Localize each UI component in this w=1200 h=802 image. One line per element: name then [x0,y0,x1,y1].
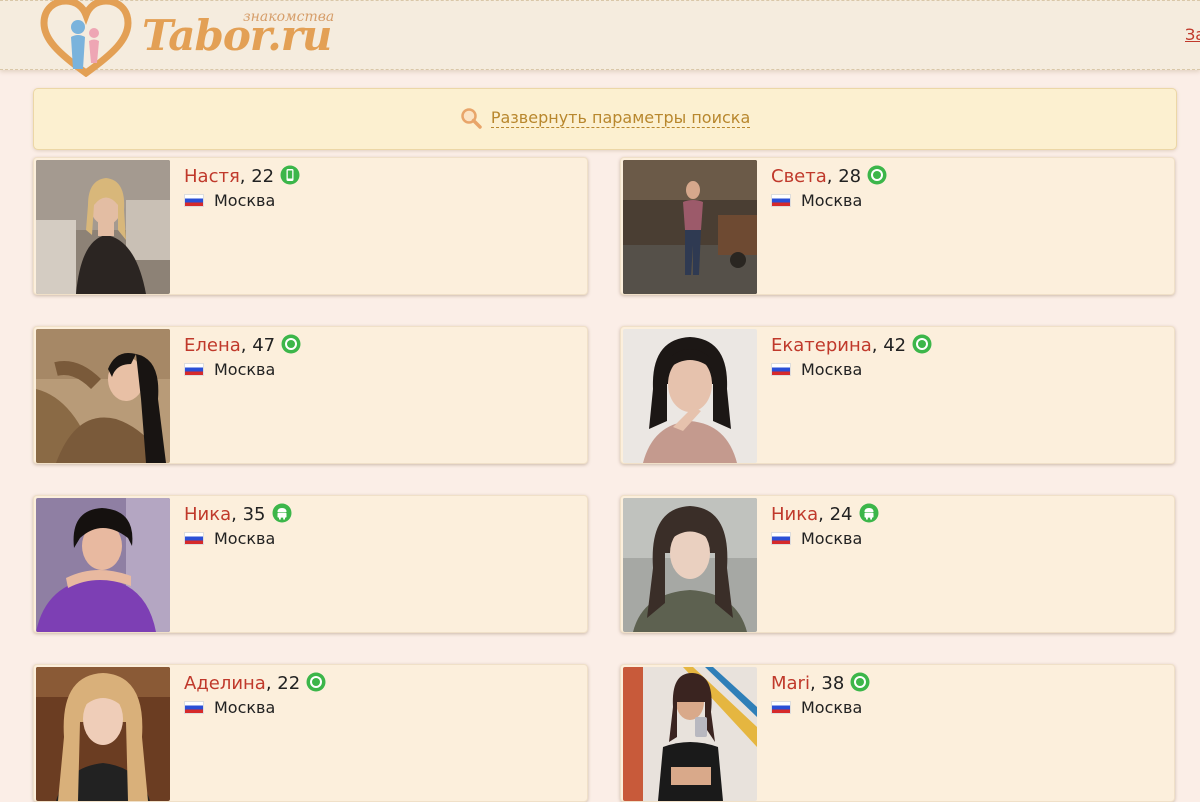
profile-age: , 42 [871,335,907,356]
profile-card[interactable]: Настя, 22 Москва [33,157,588,295]
android-online-icon [272,503,291,523]
profile-photo[interactable] [623,329,757,463]
profile-card[interactable]: Света, 28 Москва [620,157,1175,295]
profile-age: , 38 [809,673,845,694]
site-header: знакомства Tabor.ru За [0,0,1200,77]
profile-age: , 22 [239,166,275,187]
profile-location: Москва [184,529,275,548]
profile-photo[interactable] [623,160,757,294]
profile-location: Москва [771,529,862,548]
online-dot-icon [867,165,887,185]
profile-name-link[interactable]: Mari [771,673,810,694]
search-panel: Развернуть параметры поиска [33,88,1177,150]
russia-flag-icon [771,532,791,545]
expand-search-toggle[interactable]: Развернуть параметры поиска [34,107,1176,129]
profile-city: Москва [801,360,863,379]
profile-card[interactable]: Ника, 35 Москва [33,495,588,633]
russia-flag-icon [771,363,791,376]
profile-city: Москва [214,191,276,210]
header-right-link[interactable]: За [1185,25,1200,44]
online-dot-icon [306,672,326,692]
profile-age: , 22 [265,673,301,694]
profile-name-link[interactable]: Екатерина [771,335,872,356]
profile-city: Москва [801,529,863,548]
profile-name-link[interactable]: Елена [184,335,241,356]
profile-city: Москва [801,191,863,210]
profile-photo[interactable] [623,667,757,801]
profile-name-link[interactable]: Ника [184,504,231,525]
mobile-online-icon [280,165,300,185]
profile-location: Москва [184,191,275,210]
android-online-icon [859,503,878,523]
profile-location: Москва [771,698,862,717]
russia-flag-icon [184,363,204,376]
profile-city: Москва [214,360,276,379]
profile-name-line: Ника, 24 [771,503,879,525]
profile-name-line: Елена, 47 [184,334,301,356]
profile-card[interactable]: Mari, 38 Москва [620,664,1175,802]
profile-name-line: Настя, 22 [184,165,300,187]
profile-photo[interactable] [36,498,170,632]
russia-flag-icon [184,701,204,714]
profile-name-link[interactable]: Настя [184,166,240,187]
site-logo[interactable]: знакомства Tabor.ru [38,0,338,77]
profile-location: Москва [771,191,862,210]
profile-name-line: Ника, 35 [184,503,292,525]
russia-flag-icon [771,701,791,714]
profile-age: , 28 [826,166,862,187]
profile-photo[interactable] [36,160,170,294]
profile-card[interactable]: Елена, 47 Москва [33,326,588,464]
profile-city: Москва [214,529,276,548]
profile-name-line: Света, 28 [771,165,887,187]
online-dot-icon [281,334,301,354]
online-dot-icon [850,672,870,692]
profile-card[interactable]: Екатерина, 42 Москва [620,326,1175,464]
profile-city: Москва [801,698,863,717]
header-inner: знакомства Tabor.ru За [0,0,1200,77]
profile-location: Москва [771,360,862,379]
profile-age: , 35 [231,504,266,525]
profile-name-link[interactable]: Света [771,166,827,187]
profile-card[interactable]: Ника, 24 Москва [620,495,1175,633]
profile-photo[interactable] [36,667,170,801]
profile-name-link[interactable]: Ника [771,504,818,525]
search-icon [461,108,482,129]
russia-flag-icon [184,194,204,207]
heart-logo-icon [40,0,132,77]
profile-age: , 24 [818,504,853,525]
profile-location: Москва [184,698,275,717]
profile-photo[interactable] [36,329,170,463]
profile-photo[interactable] [623,498,757,632]
profile-city: Москва [214,698,276,717]
profile-name-link[interactable]: Аделина [184,673,266,694]
russia-flag-icon [184,532,204,545]
profile-name-line: Екатерина, 42 [771,334,932,356]
logo-text: Tabor.ru [142,11,332,60]
expand-search-label: Развернуть параметры поиска [490,108,751,128]
online-dot-icon [912,334,932,354]
profile-name-line: Аделина, 22 [184,672,326,694]
profile-name-line: Mari, 38 [771,672,870,694]
profile-card[interactable]: Аделина, 22 Москва [33,664,588,802]
profile-age: , 47 [240,335,276,356]
profile-location: Москва [184,360,275,379]
russia-flag-icon [771,194,791,207]
